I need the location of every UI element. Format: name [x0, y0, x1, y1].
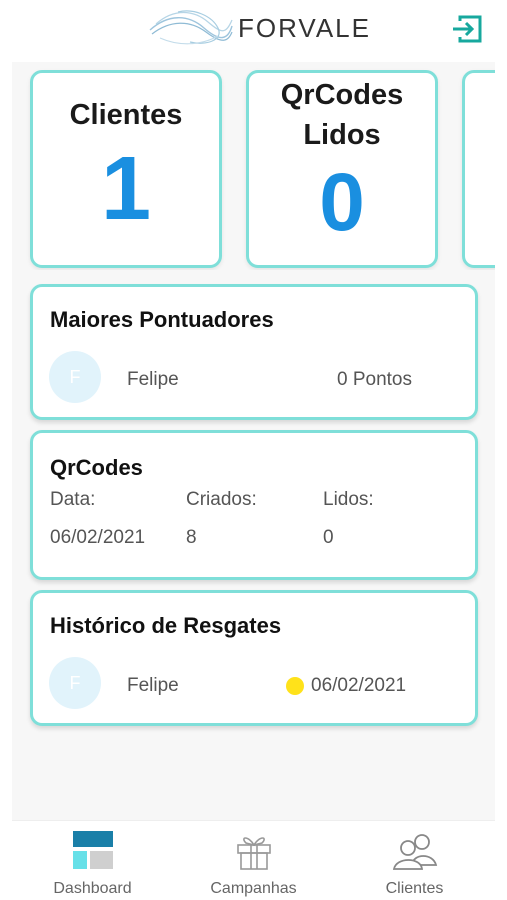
- dashboard-icon: [72, 831, 113, 869]
- qrcodes-value-criados: 8: [186, 527, 197, 548]
- logout-icon: [453, 15, 482, 43]
- avatar: F: [49, 351, 101, 403]
- avatar: F: [49, 657, 101, 709]
- scorer-points: 0 Pontos: [337, 369, 412, 390]
- qrcodes-header-lidos: Lidos:: [323, 489, 374, 510]
- qrcodes-value-data: 06/02/2021: [50, 527, 146, 548]
- stat-value-qrcodes-lidos: 0: [319, 157, 365, 248]
- scorer-name: Felipe: [127, 369, 179, 390]
- qrcodes-value-lidos: 0: [323, 527, 334, 548]
- history-name: Felipe: [127, 675, 179, 696]
- qrcodes-header-data: Data:: [50, 489, 96, 510]
- top-scorers-card: Maiores Pontuadores F Felipe 0 Pontos: [30, 284, 478, 420]
- nav-dashboard[interactable]: Dashboard: [12, 821, 173, 900]
- stat-label-clientes: Clientes: [69, 99, 183, 131]
- brand-logo: FORVALE: [148, 6, 371, 50]
- app-header: FORVALE: [12, 0, 495, 62]
- gift-icon: [236, 837, 271, 870]
- nav-label-clientes: Clientes: [385, 880, 444, 897]
- stat-card-clientes: Clientes 1: [30, 70, 222, 268]
- stats-carousel[interactable]: Clientes 1 QrCodes Lidos 0: [12, 68, 495, 270]
- nav-label-dashboard: Dashboard: [53, 880, 132, 897]
- stat-value-clientes: 1: [100, 139, 152, 239]
- top-scorers-title: Maiores Pontuadores: [50, 307, 274, 332]
- users-icon: [392, 834, 437, 870]
- redemption-history-title: Histórico de Resgates: [50, 613, 282, 638]
- stat-card-partial: [462, 70, 495, 268]
- qrcodes-header-criados: Criados:: [186, 489, 257, 510]
- history-date: 06/02/2021: [311, 675, 407, 696]
- nav-clientes[interactable]: Clientes: [334, 821, 495, 900]
- logout-button[interactable]: [450, 12, 484, 46]
- qrcodes-title: QrCodes: [50, 455, 143, 480]
- stat-label-qrcodes: QrCodes: [280, 79, 404, 111]
- status-dot: [286, 677, 304, 695]
- stat-card-qrcodes-lidos: QrCodes Lidos 0: [246, 70, 438, 268]
- nav-campanhas[interactable]: Campanhas: [173, 821, 334, 900]
- brand-name: FORVALE: [238, 12, 371, 43]
- nav-label-campanhas: Campanhas: [210, 880, 297, 897]
- qrcodes-card: QrCodes Data: Criados: Lidos: 06/02/2021…: [30, 430, 478, 580]
- redemption-history-card: Histórico de Resgates F Felipe 06/02/202…: [30, 590, 478, 726]
- app-screen: FORVALE Clientes 1 QrCodes Lidos 0 Maior…: [12, 0, 495, 900]
- bottom-navigation: Dashboard Campanhas Clientes: [12, 820, 495, 900]
- wave-logo-icon: [149, 10, 233, 45]
- stat-label-lidos: Lidos: [303, 119, 381, 151]
